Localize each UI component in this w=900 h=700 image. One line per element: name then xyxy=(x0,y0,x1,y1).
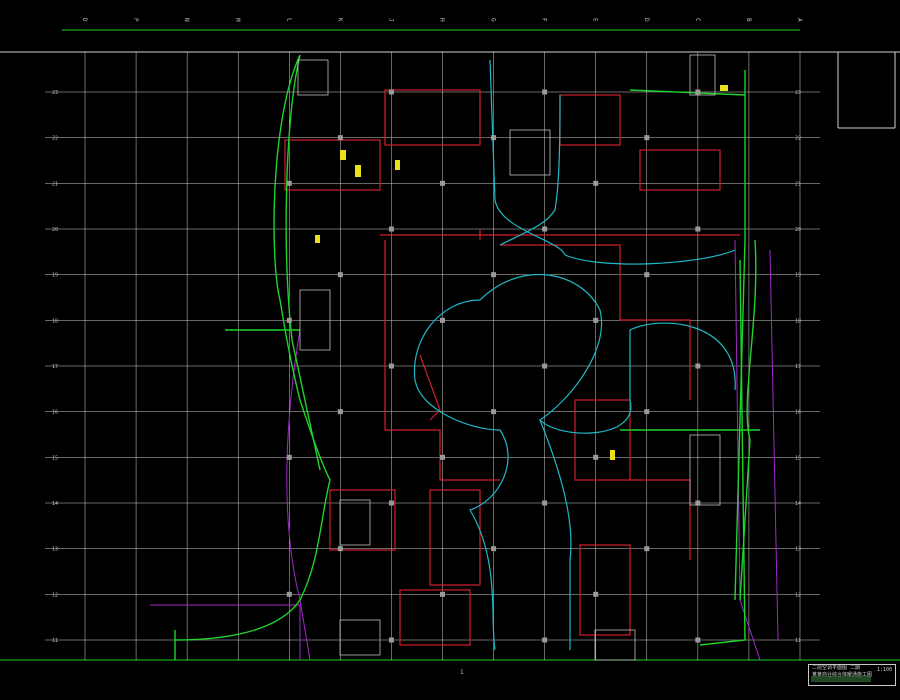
column-block xyxy=(542,226,548,232)
column-label-12: C xyxy=(694,18,701,22)
column-block xyxy=(388,226,394,232)
column-block xyxy=(337,409,343,415)
column-block xyxy=(440,454,445,460)
bottom-axis-mark: 1 xyxy=(460,669,464,676)
row-label-right-10: 13 xyxy=(795,547,801,553)
column-label-5: K xyxy=(336,18,343,22)
row-label-right-0: 23 xyxy=(795,90,801,96)
column-block xyxy=(491,135,497,141)
column-block xyxy=(695,226,701,232)
column-label-6: J xyxy=(387,18,394,22)
column-block xyxy=(695,637,701,643)
row-label-right-2: 21 xyxy=(795,181,801,187)
row-label-right-9: 14 xyxy=(795,501,801,507)
column-label-3: M xyxy=(234,18,241,22)
hvac-pipes xyxy=(174,54,760,660)
row-label-left-5: 18 xyxy=(52,318,58,324)
row-label-right-11: 12 xyxy=(795,592,801,598)
column-label-1: P xyxy=(132,18,139,22)
column-label-8: G xyxy=(490,18,497,22)
column-label-14: A xyxy=(796,18,803,22)
row-label-left-1: 22 xyxy=(52,136,58,142)
column-block xyxy=(644,135,650,141)
column-block xyxy=(440,317,445,323)
vertical-grid-lines xyxy=(84,52,801,660)
row-label-left-8: 15 xyxy=(52,455,58,461)
horizontal-grid-lines xyxy=(45,91,820,641)
row-label-left-7: 16 xyxy=(52,410,58,416)
equipment-tags xyxy=(315,85,728,460)
row-label-right-12: 11 xyxy=(795,638,801,644)
column-block xyxy=(542,89,548,95)
row-label-left-9: 14 xyxy=(52,501,58,507)
column-label-9: F xyxy=(541,18,548,22)
column-block xyxy=(491,272,497,278)
column-axis-labels: DPNMLKJHGFEDCBA xyxy=(81,18,803,22)
column-block xyxy=(286,454,292,460)
column-block xyxy=(337,546,343,552)
column-block xyxy=(542,500,548,506)
title-block-scale: 1:100 xyxy=(876,667,892,673)
row-label-left-12: 11 xyxy=(52,638,58,644)
walls xyxy=(284,89,740,646)
column-block xyxy=(286,317,292,323)
row-label-left-3: 20 xyxy=(52,227,58,233)
column-label-7: H xyxy=(439,18,446,22)
column-block xyxy=(593,317,599,323)
row-label-left-10: 13 xyxy=(52,547,58,553)
column-block xyxy=(388,363,394,369)
column-block xyxy=(337,135,343,141)
column-block xyxy=(644,272,650,278)
atrium-ducts xyxy=(413,59,736,651)
column-label-11: D xyxy=(643,18,650,22)
column-block xyxy=(644,409,650,415)
row-label-left-6: 17 xyxy=(52,364,58,370)
row-label-right-7: 16 xyxy=(795,410,801,416)
row-label-left-4: 19 xyxy=(52,273,58,279)
row-label-right-5: 18 xyxy=(795,318,801,324)
column-block xyxy=(286,180,292,186)
column-block xyxy=(593,591,599,597)
column-block xyxy=(286,591,292,597)
row-label-right-4: 19 xyxy=(795,273,801,279)
row-label-right-6: 17 xyxy=(795,364,801,370)
column-label-0: D xyxy=(81,18,88,22)
row-label-right-1: 22 xyxy=(795,136,801,142)
column-label-13: B xyxy=(745,18,752,22)
column-block xyxy=(695,89,701,95)
column-block xyxy=(695,363,701,369)
sheet-frame xyxy=(0,29,900,661)
column-block xyxy=(440,180,445,186)
column-block xyxy=(388,500,394,506)
row-axis-labels: 23 23 22 22 21 21 20 20 19 19 18 18 17 17 16 16 15 15 14 14… xyxy=(52,90,801,644)
column-label-10: E xyxy=(592,18,599,22)
cad-floor-plan: D P N M L K J H G F E D C B A 23 23 22 22 21 21 20 20 19 19 18 18… xyxy=(0,18,900,676)
title-block-stamp xyxy=(811,676,871,682)
site-boundary xyxy=(150,239,779,661)
row-label-left-11: 12 xyxy=(52,592,58,598)
column-label-4: L xyxy=(285,18,292,22)
title-block: 二层空调平面图 二期 某某商业综合体暖通施工图 1:100 xyxy=(808,664,896,686)
bottom-mark-text: 1 xyxy=(460,669,464,676)
column-block xyxy=(337,272,343,278)
column-block xyxy=(388,89,394,95)
column-block xyxy=(542,637,548,643)
row-label-left-2: 21 xyxy=(52,181,58,187)
column-block xyxy=(491,546,497,552)
column-block xyxy=(542,363,548,369)
column-block xyxy=(593,454,599,460)
column-label-2: N xyxy=(183,18,190,22)
row-label-right-8: 15 xyxy=(795,455,801,461)
row-label-left-0: 23 xyxy=(52,90,58,96)
column-block xyxy=(593,180,599,186)
column-block xyxy=(388,637,394,643)
row-label-right-3: 20 xyxy=(795,227,801,233)
column-block xyxy=(644,546,650,552)
column-block xyxy=(491,409,497,415)
column-block xyxy=(440,591,445,597)
stair-cores xyxy=(297,54,721,661)
